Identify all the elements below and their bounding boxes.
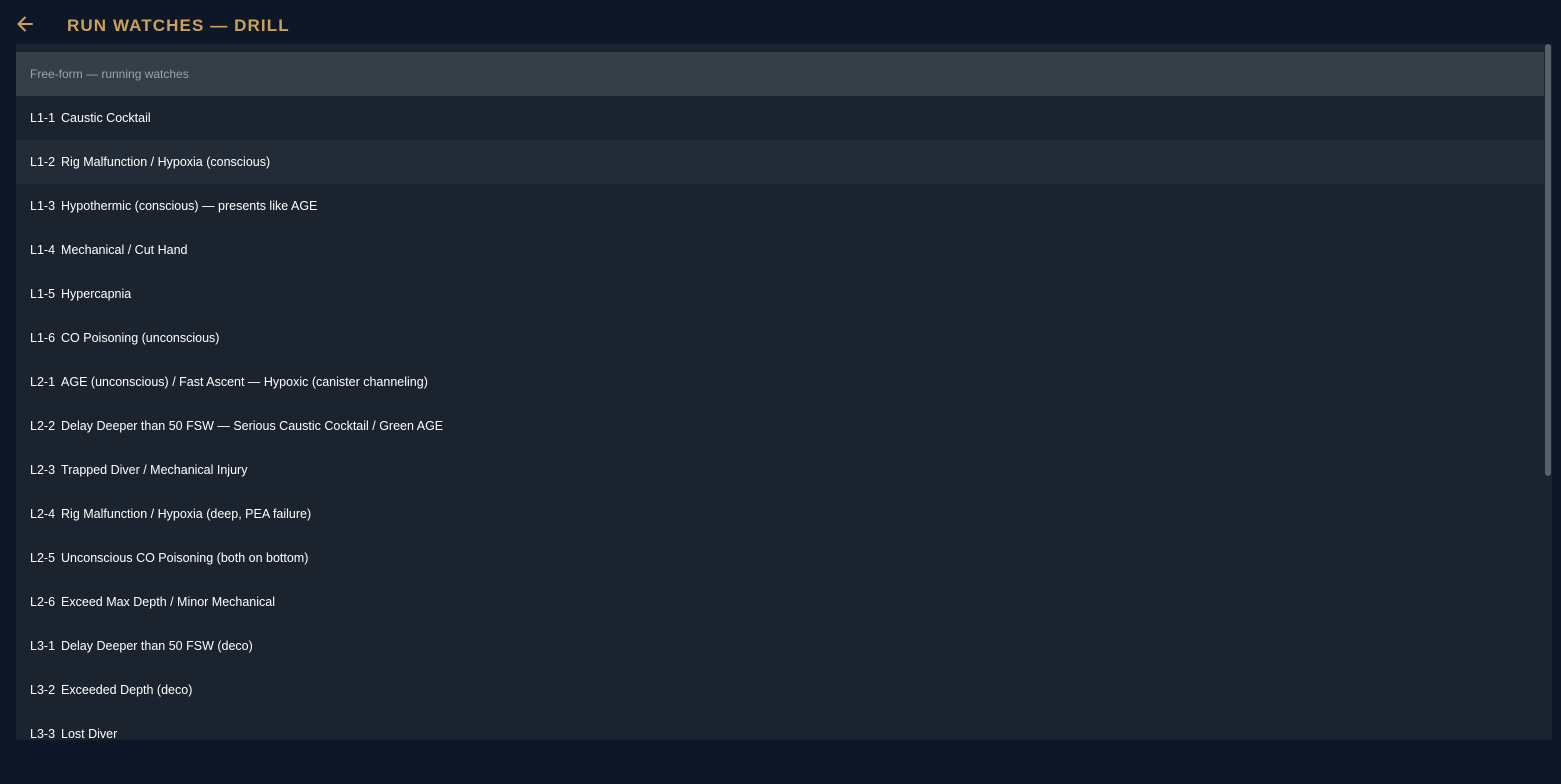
arrow-left-icon xyxy=(17,16,33,32)
item-label: AGE (unconscious) / Fast Ascent — Hypoxi… xyxy=(61,375,428,389)
list-item[interactable]: L2-4 Rig Malfunction / Hypoxia (deep, PEA… xyxy=(16,492,1552,536)
watch-list: Free-form — running watches L1-1 Caustic … xyxy=(16,44,1552,740)
list-item[interactable]: L3-2 Exceeded Depth (deco) xyxy=(16,668,1552,712)
item-label: Mechanical / Cut Hand xyxy=(61,243,188,257)
item-code: L3-2 xyxy=(30,683,56,697)
item-code: L2-5 xyxy=(30,551,56,565)
item-label: Hypercapnia xyxy=(61,287,132,301)
item-label: Caustic Cocktail xyxy=(61,111,151,125)
back-button[interactable] xyxy=(14,13,36,35)
list-item[interactable]: L2-6 Exceed Max Depth / Minor Mechanical xyxy=(16,580,1552,624)
list-item[interactable]: L1-4 Mechanical / Cut Hand xyxy=(16,228,1552,272)
list-item[interactable]: L1-6 CO Poisoning (unconscious) xyxy=(16,316,1552,360)
item-label: Unconscious CO Poisoning (both on bottom… xyxy=(61,551,309,565)
item-label: Lost Diver xyxy=(61,727,118,740)
item-code: L2-6 xyxy=(30,595,56,609)
item-label: Exceeded Depth (deco) xyxy=(61,683,193,697)
list-item[interactable]: L2-3 Trapped Diver / Mechanical Injury xyxy=(16,448,1552,492)
list-item[interactable]: L2-2 Delay Deeper than 50 FSW — Serious C… xyxy=(16,404,1552,448)
list-item[interactable]: L1-1 Caustic Cocktail xyxy=(16,96,1552,140)
item-label: Trapped Diver / Mechanical Injury xyxy=(61,463,248,477)
item-code: L3-1 xyxy=(30,639,56,653)
list-item[interactable]: L1-3 Hypothermic (conscious) — presents l… xyxy=(16,184,1552,228)
item-label: Rig Malfunction / Hypoxia (deep, PEA fai… xyxy=(61,507,312,521)
item-label: Exceed Max Depth / Minor Mechanical xyxy=(61,595,276,609)
list-item[interactable]: L1-5 Hypercapnia xyxy=(16,272,1552,316)
item-code: L1-2 xyxy=(30,155,56,169)
scrollbar-thumb[interactable] xyxy=(1545,44,1551,476)
item-label: CO Poisoning (unconscious) xyxy=(61,331,220,345)
item-label: Hypothermic (conscious) — presents like … xyxy=(61,199,318,213)
item-label: Delay Deeper than 50 FSW — Serious Caust… xyxy=(61,419,444,433)
item-code: L1-5 xyxy=(30,287,56,301)
item-code: L2-4 xyxy=(30,507,56,521)
list-item[interactable]: L3-3 Lost Diver xyxy=(16,712,1552,740)
list-scrollbar[interactable] xyxy=(1544,44,1552,740)
item-code: L2-2 xyxy=(30,419,56,433)
item-code: L1-1 xyxy=(30,111,56,125)
item-label: Rig Malfunction / Hypoxia (conscious) xyxy=(61,155,271,169)
item-code: L3-3 xyxy=(30,727,56,740)
list-item[interactable]: L2-5 Unconscious CO Poisoning (both on bo… xyxy=(16,536,1552,580)
page-title: RUN WATCHES — DRILL xyxy=(67,16,290,35)
list-item[interactable]: L1-2 Rig Malfunction / Hypoxia (conscious… xyxy=(16,140,1552,184)
item-code: L1-6 xyxy=(30,331,56,345)
list-item-label: Free-form — running watches xyxy=(30,67,189,81)
list-item[interactable]: L3-1 Delay Deeper than 50 FSW (deco) xyxy=(16,624,1552,668)
item-label: Delay Deeper than 50 FSW (deco) xyxy=(61,639,253,653)
list-item-free-form[interactable]: Free-form — running watches xyxy=(16,52,1552,96)
list-item[interactable]: L2-1 AGE (unconscious) / Fast Ascent — Hy… xyxy=(16,360,1552,404)
item-code: L1-3 xyxy=(30,199,56,213)
item-code: L1-4 xyxy=(30,243,56,257)
item-code: L2-3 xyxy=(30,463,56,477)
item-code: L2-1 xyxy=(30,375,56,389)
app-header: RUN WATCHES — DRILL xyxy=(0,0,1561,44)
